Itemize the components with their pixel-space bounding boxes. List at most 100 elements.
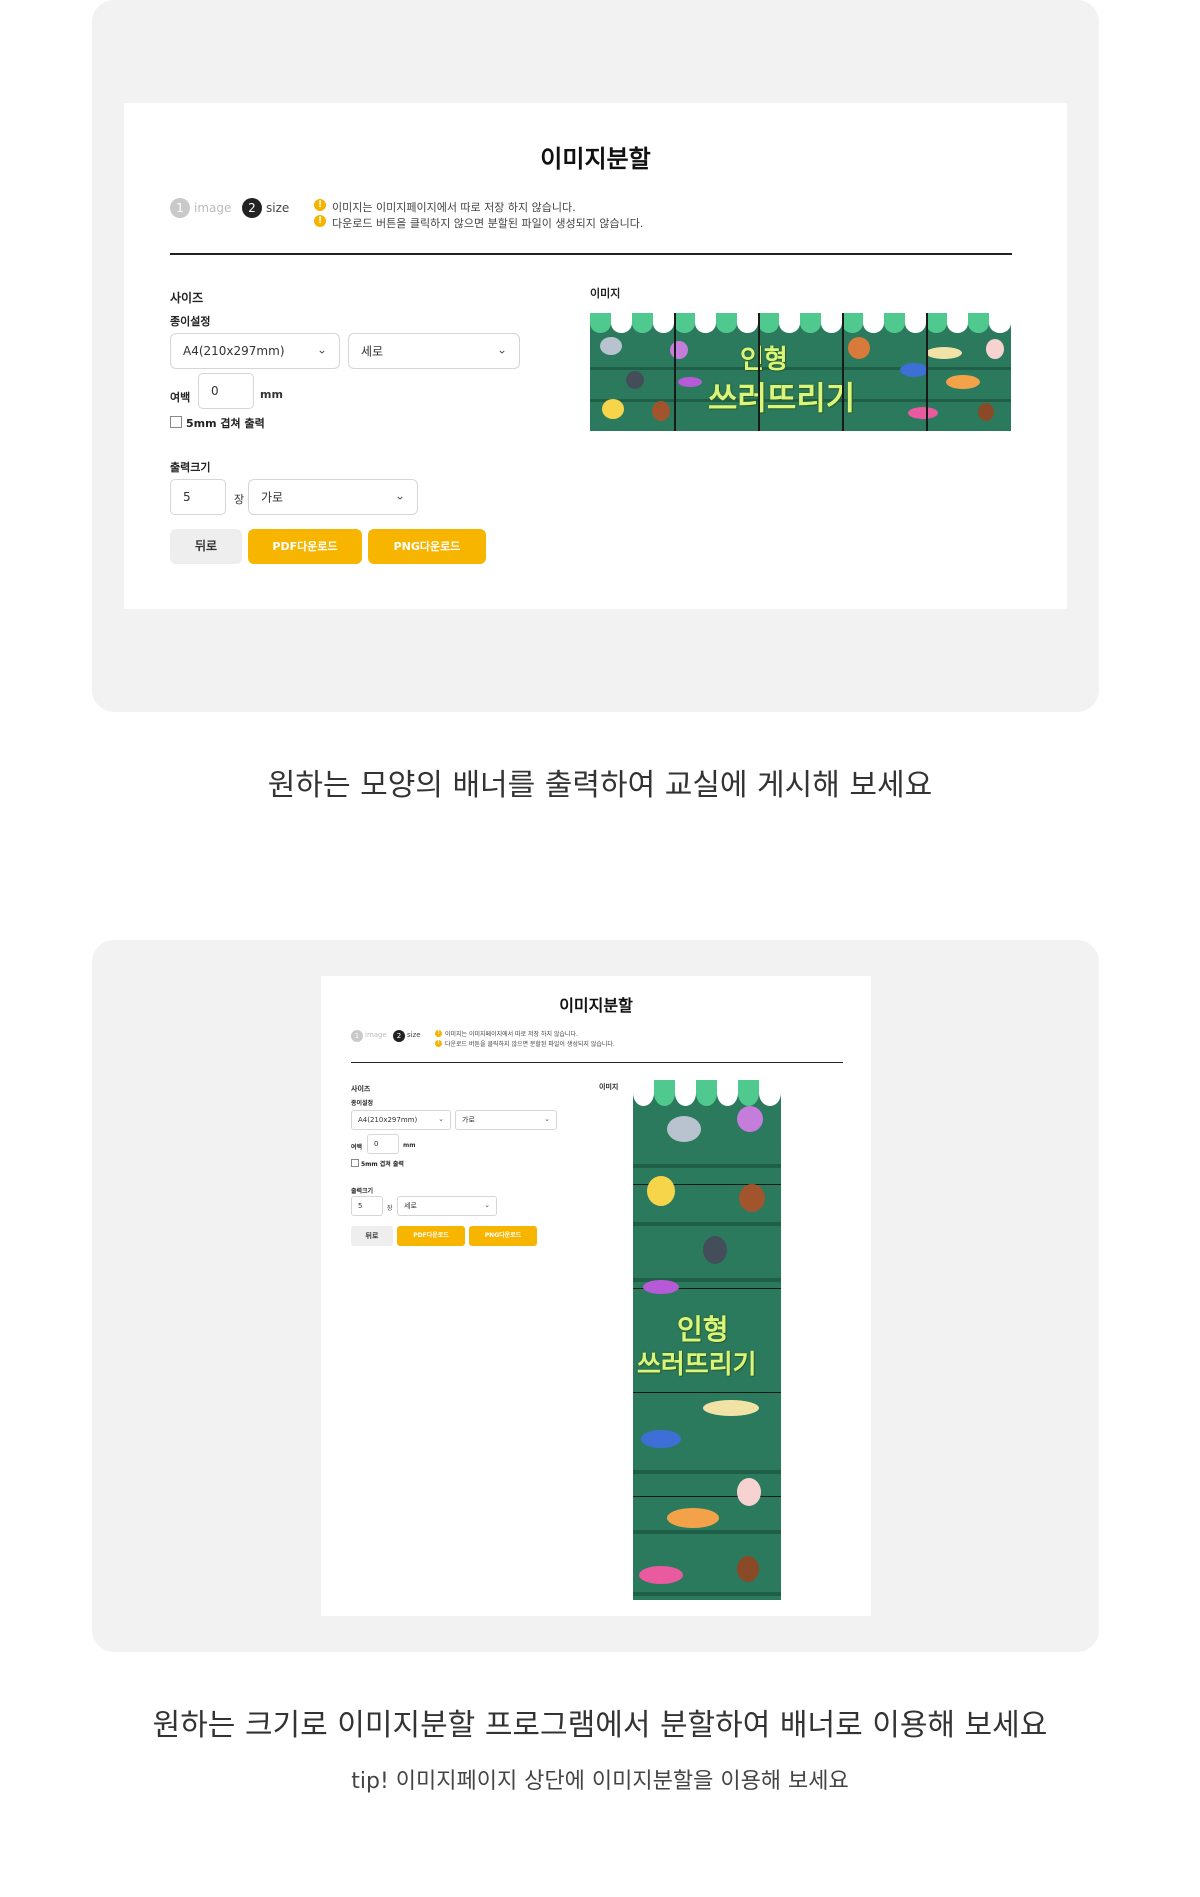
step-1-indicator[interactable]: 1: [170, 198, 190, 218]
awning-stripe: [633, 1080, 654, 1106]
banner-preview-vertical: 인형 쓰러뜨리기: [633, 1080, 781, 1600]
split-line: [674, 313, 676, 431]
split-line: [842, 313, 844, 431]
margin-input[interactable]: 0: [367, 1134, 399, 1154]
page-count-input[interactable]: 5: [351, 1196, 383, 1216]
step-1-label: image: [365, 1031, 387, 1039]
warning-icon: !: [435, 1040, 442, 1047]
orientation-value: 가로: [462, 1116, 475, 1124]
awning-stripe: [611, 313, 632, 333]
chevron-down-icon: ⌄: [544, 1115, 550, 1124]
bear-toy-icon: [737, 1556, 759, 1582]
step-1-indicator[interactable]: 1: [351, 1030, 363, 1042]
image-split-app-card: 이미지분할 1 image 2 size ! 이미지는 이미지페이지에서 따로 …: [124, 103, 1067, 609]
overlap-checkbox[interactable]: [351, 1159, 359, 1167]
page-count-value: 5: [358, 1202, 363, 1210]
chevron-down-icon: ⌄: [438, 1115, 444, 1124]
chevron-down-icon: ⌄: [496, 342, 507, 357]
awning-stripe: [717, 1080, 738, 1106]
notice-line-2: 다운로드 버튼을 클릭하지 않으면 분할된 파일이 생성되지 않습니다.: [445, 1041, 615, 1048]
caption-2: 원하는 크기로 이미지분할 프로그램에서 분할하여 배너로 이용해 보세요: [152, 1708, 1048, 1743]
page-title: 이미지분할: [559, 996, 633, 1015]
chevron-down-icon: ⌄: [394, 488, 405, 503]
awning-stripe: [968, 313, 989, 333]
page-count-unit: 장: [234, 493, 245, 506]
size-heading: 사이즈: [351, 1085, 371, 1093]
bear-toy-icon: [978, 403, 994, 421]
paper-setting-label: 종이설정: [170, 315, 211, 328]
png-download-button[interactable]: PNG다운로드: [469, 1226, 537, 1246]
back-button[interactable]: 뒤로: [351, 1226, 393, 1246]
split-line: [758, 313, 760, 431]
caption-3: tip! 이미지페이지 상단에 이미지분할을 이용해 보세요: [351, 1769, 849, 1794]
output-size-label: 출력크기: [170, 461, 211, 474]
yellow-dino-toy-icon: [602, 399, 624, 419]
shelf-line: [633, 1222, 781, 1226]
dinosaur-toy-icon: [926, 347, 962, 359]
paper-size-select[interactable]: A4(210x297mm) ⌄: [170, 333, 340, 369]
awning-stripe: [695, 313, 716, 333]
png-download-button[interactable]: PNG다운로드: [368, 529, 486, 564]
awning-stripe: [779, 313, 800, 333]
awning-stripe: [758, 313, 779, 333]
pink-dino-toy-icon: [639, 1566, 683, 1584]
awning-stripe: [737, 313, 758, 333]
pink-dino-toy-icon: [908, 407, 938, 419]
paper-size-select[interactable]: A4(210x297mm) ⌄: [351, 1110, 451, 1130]
output-size-label: 출력크기: [351, 1188, 374, 1195]
paper-size-value: A4(210x297mm): [183, 344, 285, 358]
awning-stripe: [884, 313, 905, 333]
awning-stripe: [590, 313, 611, 333]
pdf-download-button[interactable]: PDF다운로드: [248, 529, 362, 564]
split-line: [926, 313, 928, 431]
step-2-indicator[interactable]: 2: [393, 1030, 405, 1042]
shelf-line: [633, 1530, 781, 1534]
awning-stripe: [738, 1080, 759, 1106]
notice-line-1: 이미지는 이미지페이지에서 따로 저장 하지 않습니다.: [445, 1031, 578, 1038]
awning-stripe: [675, 1080, 696, 1106]
robot-dog-toy-icon: [600, 337, 622, 355]
robot-toy-icon: [626, 371, 644, 389]
screenshot-panel-1: 이미지분할 1 image 2 size ! 이미지는 이미지페이지에서 따로 …: [92, 0, 1099, 712]
step-2-indicator[interactable]: 2: [242, 198, 262, 218]
screenshot-panel-2: 이미지분할 1 image 2 size ! 이미지는 이미지페이지에서 따로 …: [92, 940, 1099, 1652]
direction-select[interactable]: 세로 ⌄: [397, 1196, 497, 1216]
page-count-value: 5: [183, 490, 191, 504]
awning-stripe: [863, 313, 884, 333]
image-split-app-card: 이미지분할 1 image 2 size ! 이미지는 이미지페이지에서 따로 …: [321, 976, 871, 1616]
back-button[interactable]: 뒤로: [170, 529, 242, 564]
banner-title-line-2: 쓰러뜨리기: [637, 1350, 757, 1380]
overlap-checkbox[interactable]: [170, 416, 182, 428]
bunny-toy-icon: [737, 1478, 761, 1506]
chevron-down-icon: ⌄: [484, 1201, 490, 1210]
image-label: 이미지: [590, 287, 621, 300]
banner-title-line-1: 인형: [677, 1313, 729, 1346]
margin-input[interactable]: 0: [198, 373, 254, 409]
margin-label: 여백: [351, 1144, 363, 1151]
page-count-input[interactable]: 5: [170, 479, 226, 515]
bear-toy-icon: [739, 1184, 765, 1212]
margin-value: 0: [211, 384, 219, 398]
step-2-label: size: [266, 201, 290, 215]
warning-icon: !: [435, 1030, 442, 1037]
notice-line-1: 이미지는 이미지페이지에서 따로 저장 하지 않습니다.: [332, 201, 576, 214]
awning-stripe: [654, 1080, 675, 1106]
awning-stripe: [842, 313, 863, 333]
shelf-line: [590, 367, 1011, 370]
direction-select[interactable]: 가로 ⌄: [248, 479, 418, 515]
caption-1: 원하는 모양의 배너를 출력하여 교실에 게시해 보세요: [267, 768, 933, 803]
pterodactyl-toy-icon: [643, 1280, 679, 1294]
page-count-unit: 장: [387, 1205, 393, 1212]
shelf-line: [633, 1592, 781, 1596]
margin-unit: mm: [260, 388, 283, 401]
warning-icon: !: [314, 199, 326, 211]
warning-icon: !: [314, 215, 326, 227]
orientation-select[interactable]: 세로 ⌄: [348, 333, 520, 369]
split-line: [633, 1392, 781, 1393]
orientation-select[interactable]: 가로 ⌄: [455, 1110, 557, 1130]
page-title: 이미지분할: [540, 145, 651, 173]
pterodactyl-toy-icon: [678, 377, 702, 387]
pdf-download-button[interactable]: PDF다운로드: [397, 1226, 465, 1246]
purple-dragon-toy-icon: [737, 1106, 763, 1132]
step-2-label: size: [407, 1031, 421, 1039]
